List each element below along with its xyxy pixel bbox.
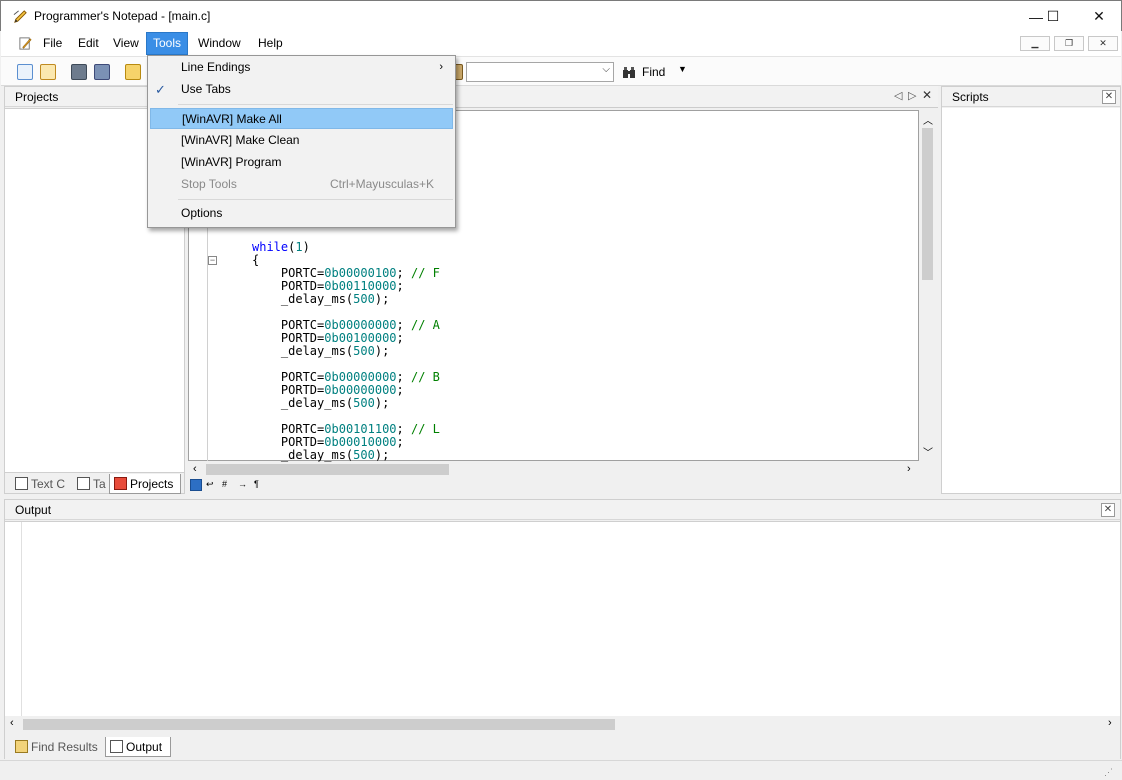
code-line: _delay_ms(500); <box>280 344 390 358</box>
horizontal-scroll-thumb[interactable] <box>206 464 449 475</box>
menu-file[interactable]: File <box>37 33 68 54</box>
scripts-pane-title: Scripts <box>942 87 1120 107</box>
scripts-list[interactable] <box>942 108 1120 493</box>
word-wrap-icon[interactable]: ↩ <box>206 479 214 490</box>
new-project-icon[interactable] <box>40 64 56 80</box>
tab-find-results[interactable]: Find Results <box>11 737 103 757</box>
status-bar: ⋰ <box>0 760 1122 780</box>
line-numbers-icon[interactable]: # <box>222 479 227 489</box>
menu-tools[interactable]: Tools <box>145 32 189 55</box>
scripts-close-icon[interactable]: ✕ <box>1102 90 1116 104</box>
find-results-icon <box>15 740 28 753</box>
menu-edit[interactable]: Edit <box>72 33 105 54</box>
tags-icon <box>77 477 90 490</box>
find-combo[interactable]: ⌵ <box>466 62 614 82</box>
projects-icon <box>114 477 127 490</box>
code-line: _delay_ms(500); <box>280 396 390 410</box>
editor-status-toolbar: ↩ # → ¶ <box>188 479 288 494</box>
menu-item-options[interactable]: Options <box>150 203 453 224</box>
menu-separator <box>178 199 453 200</box>
app-icon <box>13 10 27 23</box>
menu-bar: File Edit View Tools Window Help <box>1 31 1121 56</box>
output-pane: Output ✕ ‹ › Find Results Output <box>4 499 1121 759</box>
code-line: _delay_ms(500); <box>280 292 390 306</box>
output-scroll-right-icon[interactable]: › <box>1108 717 1112 729</box>
tab-projects[interactable]: Projects <box>109 474 181 494</box>
output-horizontal-scrollbar[interactable]: ‹ › <box>5 716 1120 733</box>
menu-item-make-clean[interactable]: [WinAVR] Make Clean <box>150 130 453 151</box>
stop-tools-shortcut: Ctrl+Mayusculas+K <box>329 177 434 191</box>
find-button[interactable]: Find <box>642 65 665 79</box>
scroll-left-icon[interactable]: ‹ <box>193 463 197 475</box>
submenu-arrow-icon: › <box>439 61 443 73</box>
editor-vertical-scrollbar[interactable]: ︿ ﹀ <box>919 110 936 461</box>
left-tabstrip: Text C Ta Projects <box>5 474 184 494</box>
scroll-right-icon[interactable]: › <box>907 463 911 475</box>
code-line: _delay_ms(500); <box>280 448 390 462</box>
open-folder-icon[interactable] <box>125 64 141 80</box>
tab-output[interactable]: Output <box>105 737 171 757</box>
scroll-down-icon[interactable]: ﹀ <box>923 444 933 459</box>
window-title: Programmer's Notepad - [main.c] <box>34 9 211 23</box>
mdi-restore-button[interactable]: ❐ <box>1054 36 1084 51</box>
tab-tags[interactable]: Ta <box>73 474 107 494</box>
tabs-icon[interactable]: → <box>238 479 247 489</box>
output-horizontal-scroll-thumb[interactable] <box>23 719 615 730</box>
close-button[interactable]: ✕ <box>1076 1 1122 32</box>
save-icon[interactable] <box>71 64 87 80</box>
menu-item-program[interactable]: [WinAVR] Program <box>150 152 453 173</box>
menu-item-stop-tools: Stop Tools Ctrl+Mayusculas+K <box>150 174 453 195</box>
output-close-icon[interactable]: ✕ <box>1101 503 1115 517</box>
output-scroll-left-icon[interactable]: ‹ <box>10 717 14 729</box>
find-dropdown-arrow-icon[interactable]: ▼ <box>678 64 687 74</box>
text-clips-icon <box>15 477 28 490</box>
output-pane-title: Output <box>5 500 1120 520</box>
tab-scroll-left-icon[interactable]: ◁ <box>894 89 902 102</box>
bottom-tabstrip: Find Results Output <box>5 737 1120 759</box>
view-whitespace-icon[interactable] <box>190 479 202 491</box>
title-bar: Programmer's Notepad - [main.c] — ☐ ✕ <box>0 0 1122 31</box>
editor-horizontal-scrollbar[interactable]: ‹ › <box>188 461 919 478</box>
new-file-icon[interactable] <box>17 64 33 80</box>
tab-scroll-right-icon[interactable]: ▷ <box>908 89 916 102</box>
eol-icon[interactable]: ¶ <box>254 479 259 489</box>
tab-text-clips[interactable]: Text C <box>11 474 69 494</box>
output-icon <box>110 740 123 753</box>
menu-item-make-all[interactable]: [WinAVR] Make All <box>150 108 453 129</box>
menu-item-use-tabs[interactable]: ✓ Use Tabs <box>150 79 453 100</box>
menu-view[interactable]: View <box>107 33 145 54</box>
menu-help[interactable]: Help <box>252 33 289 54</box>
editor-close-icon[interactable]: ✕ <box>922 88 932 102</box>
tools-dropdown-menu: Line Endings › ✓ Use Tabs [WinAVR] Make … <box>147 55 456 228</box>
menu-separator <box>178 104 453 105</box>
mdi-close-button[interactable]: ✕ <box>1088 36 1118 51</box>
resize-grip-icon[interactable]: ⋰ <box>1104 767 1113 778</box>
menu-item-line-endings[interactable]: Line Endings › <box>150 57 453 78</box>
code-line: while(1) <box>252 240 310 254</box>
menu-window[interactable]: Window <box>192 33 247 54</box>
binoculars-icon <box>623 67 635 78</box>
document-icon <box>19 37 32 50</box>
fold-collapse-icon[interactable]: − <box>208 256 217 265</box>
scripts-pane: Scripts ✕ <box>941 86 1121 494</box>
mdi-minimize-button[interactable]: ▁ <box>1020 36 1050 51</box>
vertical-scroll-thumb[interactable] <box>922 128 933 280</box>
output-text[interactable] <box>5 521 1120 717</box>
chevron-down-icon: ⌵ <box>602 64 610 75</box>
maximize-button[interactable]: ☐ <box>1030 1 1076 32</box>
scroll-up-icon[interactable]: ︿ <box>923 112 933 127</box>
checkmark-icon: ✓ <box>155 82 166 97</box>
save-all-icon[interactable] <box>94 64 110 80</box>
